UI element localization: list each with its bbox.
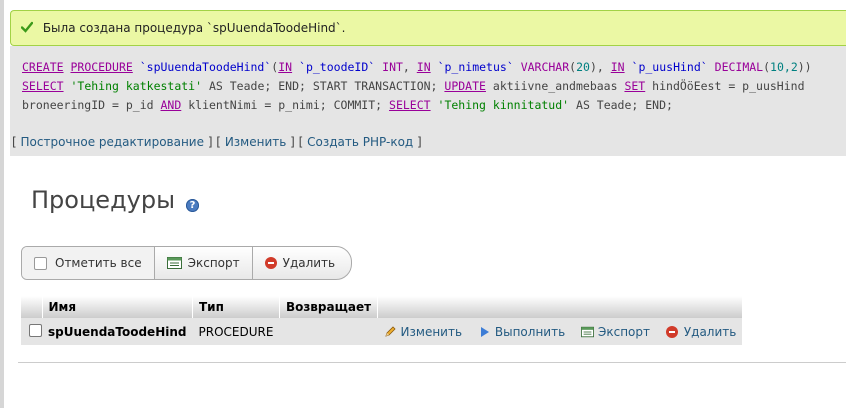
check-icon bbox=[21, 21, 33, 33]
sql-line-3: broneeringID = p_id AND klientNimi = p_n… bbox=[22, 96, 846, 115]
check-all-button[interactable]: Отметить все bbox=[22, 247, 155, 279]
sql-text: AS Teade; END; bbox=[576, 98, 673, 112]
check-all-label: Отметить все bbox=[55, 256, 142, 270]
export-icon bbox=[166, 257, 182, 269]
sql-keyword[interactable]: SET bbox=[624, 79, 645, 93]
checkbox-icon[interactable] bbox=[34, 256, 47, 270]
row-checkbox[interactable] bbox=[29, 323, 42, 337]
sql-query: CREATE PROCEDURE `spUuendaToodeHind`(IN … bbox=[10, 46, 846, 130]
sql-text: aktiivne_andmebaas bbox=[492, 79, 618, 93]
pencil-icon bbox=[384, 325, 396, 337]
sql-keyword[interactable]: IN bbox=[611, 60, 625, 74]
sql-text: AS Teade; END; START TRANSACTION; bbox=[208, 79, 438, 93]
help-icon[interactable]: ? bbox=[186, 199, 199, 212]
export-icon bbox=[580, 326, 594, 337]
procedure-name: spUuendaToodeHind bbox=[42, 318, 193, 345]
procedure-returns bbox=[279, 318, 378, 345]
header-select bbox=[21, 296, 43, 318]
row-actions: Изменить Выполнить Экспорт Удалить bbox=[377, 318, 743, 345]
procedure-type: PROCEDURE bbox=[192, 318, 280, 345]
sql-keyword[interactable]: UPDATE bbox=[444, 79, 486, 93]
edit-link[interactable]: Изменить bbox=[225, 135, 287, 149]
edit-action-label: Изменить bbox=[400, 324, 463, 339]
sql-identifier: `p_toodeID` bbox=[299, 60, 376, 74]
sql-line-2: SELECT 'Tehing katkestati' AS Teade; END… bbox=[22, 77, 846, 96]
query-links: [ Построчное редактирование ] [ Изменить… bbox=[10, 130, 846, 156]
sql-number: 10,2 bbox=[770, 60, 798, 74]
sql-keyword[interactable]: IN bbox=[278, 60, 292, 74]
execute-action-label: Выполнить bbox=[494, 324, 566, 339]
create-php-code-link[interactable]: Создать PHP-код bbox=[307, 135, 413, 149]
sql-keyword[interactable]: PROCEDURE bbox=[70, 60, 132, 74]
bulk-toolbar: Отметить все Экспорт Удалить bbox=[21, 246, 353, 280]
sql-identifier: `p_nimetus` bbox=[437, 60, 514, 74]
sql-text: hindÖöEest = p_uusHind bbox=[652, 79, 805, 93]
sql-text: klientNimi = p_nimi; COMMIT; bbox=[188, 98, 383, 112]
success-text: Была создана процедура `spUuendaToodeHin… bbox=[42, 21, 346, 35]
header-name[interactable]: Имя bbox=[42, 296, 193, 318]
sql-keyword[interactable]: SELECT bbox=[22, 79, 64, 93]
left-border bbox=[0, 0, 4, 408]
sql-number: 20 bbox=[576, 60, 590, 74]
sql-type: INT bbox=[382, 60, 403, 74]
execute-action[interactable]: Выполнить bbox=[478, 325, 569, 339]
play-icon bbox=[480, 326, 489, 337]
sql-type: VARCHAR bbox=[520, 60, 570, 74]
table-header-row: Имя Тип Возвращает bbox=[21, 296, 743, 318]
delete-label: Удалить bbox=[282, 256, 336, 270]
sql-string: 'Tehing kinnitatud' bbox=[437, 98, 570, 112]
header-type[interactable]: Тип bbox=[192, 296, 280, 318]
sql-keyword[interactable]: IN bbox=[417, 60, 431, 74]
procedures-table: Имя Тип Возвращает spUuendaToodeHind PRO… bbox=[21, 296, 743, 345]
sql-line-1: CREATE PROCEDURE `spUuendaToodeHind`(IN … bbox=[22, 60, 812, 74]
page-title: Процедуры bbox=[31, 186, 176, 214]
sql-keyword[interactable]: SELECT bbox=[389, 98, 431, 112]
export-label: Экспорт bbox=[187, 256, 240, 270]
edit-action[interactable]: Изменить bbox=[384, 325, 466, 339]
delete-action[interactable]: Удалить bbox=[665, 324, 737, 339]
sql-identifier: `spUuendaToodeHind` bbox=[139, 60, 272, 74]
sql-string: 'Tehing katkestati' bbox=[70, 79, 203, 93]
header-returns[interactable]: Возвращает bbox=[279, 296, 379, 318]
delete-icon bbox=[665, 326, 678, 338]
sql-keyword[interactable]: AND bbox=[161, 98, 182, 112]
export-button[interactable]: Экспорт bbox=[155, 247, 253, 279]
sql-identifier: `p_uusHind` bbox=[631, 60, 708, 74]
success-message: Была создана процедура `spUuendaToodeHin… bbox=[10, 10, 846, 46]
inline-edit-link[interactable]: Построчное редактирование bbox=[21, 135, 205, 149]
delete-button[interactable]: Удалить bbox=[253, 247, 351, 279]
divider bbox=[18, 362, 846, 363]
delete-icon bbox=[264, 257, 277, 269]
delete-action-label: Удалить bbox=[683, 324, 737, 339]
sql-text: broneeringID = p_id bbox=[22, 98, 154, 112]
row-select[interactable] bbox=[21, 318, 42, 345]
export-action[interactable]: Экспорт bbox=[580, 324, 654, 339]
table-row: spUuendaToodeHind PROCEDURE Изменить Вып… bbox=[21, 318, 743, 345]
header-actions bbox=[377, 296, 743, 318]
export-action-label: Экспорт bbox=[597, 324, 651, 339]
sql-type: DECIMAL bbox=[714, 60, 764, 74]
sql-keyword[interactable]: CREATE bbox=[22, 60, 64, 74]
